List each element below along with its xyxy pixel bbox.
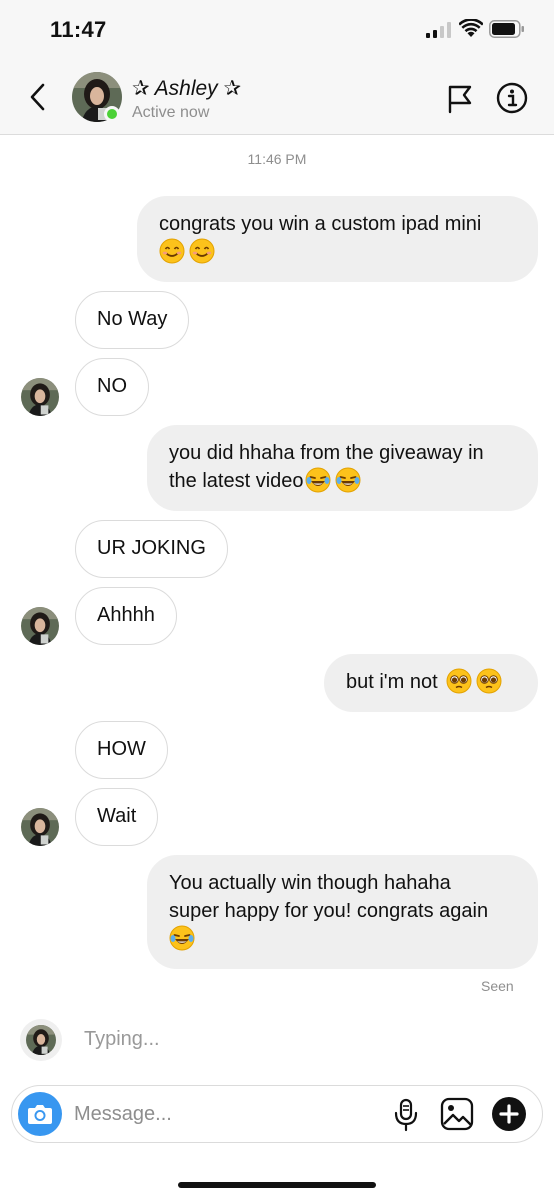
message-text: HOW <box>97 738 146 760</box>
message-text: Wait <box>97 805 137 827</box>
battery-icon <box>489 20 524 38</box>
incoming-message[interactable]: NO <box>75 358 149 416</box>
camera-button[interactable] <box>18 1092 62 1136</box>
typing-indicator <box>20 1019 62 1061</box>
profile-photo-icon <box>21 808 59 846</box>
online-indicator <box>104 106 120 122</box>
message-text: No Way <box>97 308 168 330</box>
incoming-message[interactable]: UR JOKING <box>75 520 228 578</box>
seen-receipt: Seen <box>481 978 514 994</box>
profile-photo-icon <box>21 378 59 416</box>
avatar <box>26 1025 56 1055</box>
message-text: but i'm not <box>346 671 438 693</box>
smiling-face-icon <box>159 238 185 264</box>
avatar[interactable] <box>21 808 59 846</box>
outgoing-message[interactable]: but i'm not <box>324 654 538 712</box>
cellular-signal-icon <box>426 22 451 38</box>
avatar[interactable] <box>21 607 59 645</box>
profile-photo-icon <box>21 607 59 645</box>
chat-timestamp: 11:46 PM <box>247 151 307 167</box>
message-text: congrats you win a custom ipad mini <box>159 213 482 235</box>
message-text: you did hhaha from the giveaway in <box>169 442 484 464</box>
message-text: Ahhhh <box>97 604 155 626</box>
gallery-icon[interactable] <box>440 1097 474 1131</box>
message-text: You actually win though hahaha <box>169 872 451 894</box>
outgoing-message[interactable]: you did hhaha from the giveaway in the l… <box>147 425 538 511</box>
avatar[interactable] <box>21 378 59 416</box>
smiling-face-icon <box>189 238 215 264</box>
typing-label: Typing... <box>84 1028 160 1050</box>
wifi-icon <box>459 19 483 37</box>
outgoing-message[interactable]: congrats you win a custom ipad mini <box>137 196 538 282</box>
incoming-message[interactable]: No Way <box>75 291 190 349</box>
camera-icon <box>28 1105 52 1124</box>
incoming-message[interactable]: Wait <box>75 788 159 846</box>
laughing-tears-icon <box>169 925 195 951</box>
pleading-face-icon <box>476 668 502 694</box>
flag-icon[interactable] <box>446 84 474 114</box>
microphone-icon[interactable] <box>393 1098 419 1132</box>
profile-photo-icon <box>26 1025 56 1055</box>
message-text: super happy for you! congrats again <box>169 900 489 922</box>
info-icon[interactable] <box>496 82 528 114</box>
outgoing-message[interactable]: You actually win though hahaha super hap… <box>147 855 538 969</box>
incoming-message[interactable]: HOW <box>75 721 168 779</box>
plus-button[interactable] <box>492 1097 526 1131</box>
contact-name[interactable]: ✰ Ashley ✰ <box>132 76 241 101</box>
pleading-face-icon <box>446 668 472 694</box>
home-indicator[interactable] <box>178 1182 376 1188</box>
laughing-tears-icon <box>335 467 361 493</box>
message-text: UR JOKING <box>97 537 206 559</box>
message-text: NO <box>97 375 127 397</box>
conversation-header: ✰ Ashley ✰ Active now <box>0 60 554 135</box>
incoming-message[interactable]: Ahhhh <box>75 587 177 645</box>
message-input[interactable] <box>74 1096 374 1132</box>
active-status: Active now <box>132 104 210 121</box>
status-bar: 11:47 <box>0 0 554 60</box>
message-composer <box>11 1085 543 1143</box>
chevron-left-icon[interactable] <box>24 80 52 114</box>
plus-icon <box>499 1104 519 1124</box>
laughing-tears-icon <box>305 467 331 493</box>
message-text: the latest video <box>169 470 304 492</box>
status-time: 11:47 <box>50 17 107 42</box>
